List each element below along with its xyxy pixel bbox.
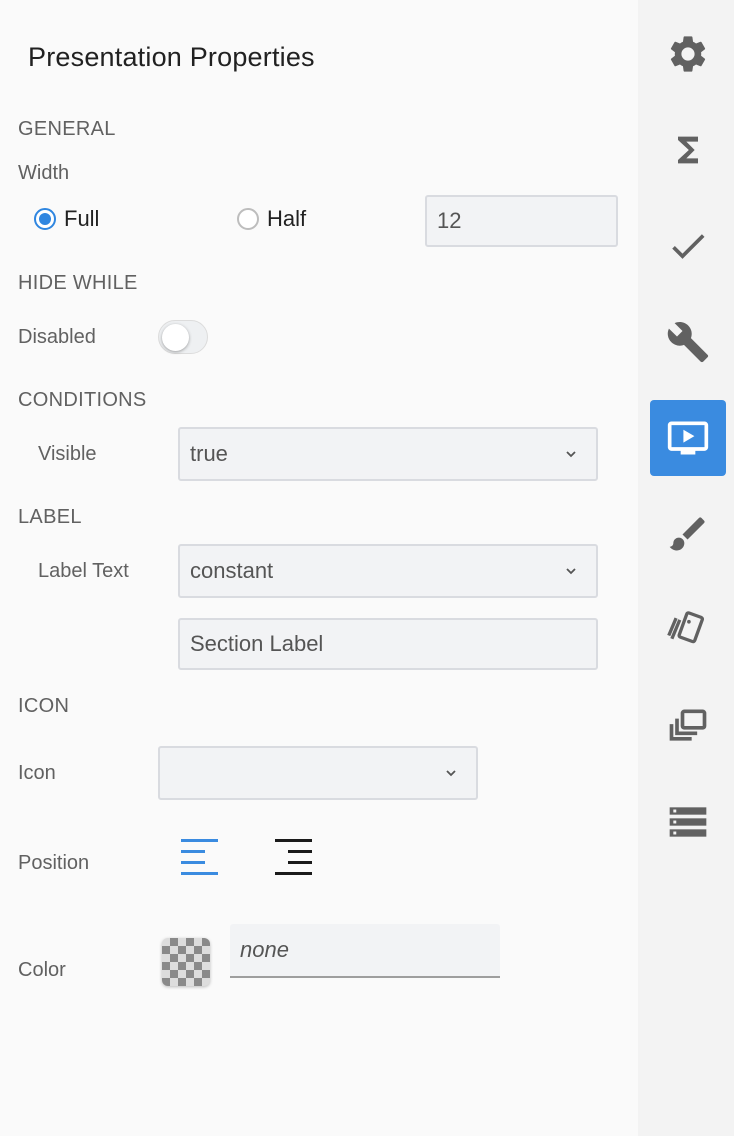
section-icon-heading: ICON [18, 695, 70, 717]
rail-layers-button[interactable] [650, 688, 726, 764]
align-right-icon [275, 839, 312, 875]
align-left-icon [181, 839, 218, 875]
chevron-down-icon [566, 451, 576, 458]
gear-icon [670, 36, 706, 72]
rail-presentation-button[interactable] [650, 400, 726, 476]
rail-tools-button[interactable] [650, 304, 726, 380]
layers-icon [669, 709, 707, 741]
color-swatch[interactable] [162, 938, 210, 986]
section-conditions-heading: CONDITIONS [18, 389, 147, 411]
rail-style-button[interactable] [650, 496, 726, 572]
icon-label: Icon [18, 762, 56, 784]
chevron-down-icon [566, 568, 576, 575]
toggle-knob [162, 324, 189, 351]
label-text-input[interactable] [190, 631, 596, 657]
disabled-toggle[interactable] [158, 320, 208, 354]
color-input[interactable] [240, 937, 500, 963]
sigma-icon [678, 136, 698, 164]
rail-settings-button[interactable] [650, 16, 726, 92]
radio-indicator [237, 208, 259, 230]
rows-icon [669, 807, 707, 837]
rail-calculation-button[interactable] [650, 112, 726, 188]
visible-select[interactable]: true [178, 427, 598, 481]
position-label: Position [18, 852, 90, 874]
label-text-field[interactable] [178, 618, 598, 670]
rail-validation-button[interactable] [650, 208, 726, 284]
brush-icon [669, 517, 705, 551]
icon-select[interactable] [158, 746, 478, 800]
check-icon [672, 234, 705, 259]
width-full-label: Full [64, 206, 100, 231]
label-text-mode-select[interactable]: constant [178, 544, 598, 598]
presentation-icon [667, 421, 709, 455]
panel-title: Presentation Properties [28, 42, 315, 72]
rail-cards-button[interactable] [650, 592, 726, 668]
cards-icon [667, 611, 705, 644]
label-text-label: Label Text [38, 560, 129, 582]
wrench-icon [667, 322, 709, 363]
width-label: Width [18, 162, 70, 184]
visible-label: Visible [38, 443, 97, 465]
width-full-radio[interactable]: Full [34, 206, 99, 232]
color-field[interactable] [230, 924, 500, 978]
align-right-button[interactable] [275, 838, 313, 876]
chevron-down-icon [446, 770, 456, 777]
width-half-label: Half [267, 206, 307, 231]
rail-rows-button[interactable] [650, 784, 726, 860]
label-text-mode-value: constant [190, 558, 274, 583]
align-left-button[interactable] [181, 838, 219, 876]
properties-panel: Presentation Properties GENERAL Width Fu… [0, 0, 638, 1136]
radio-indicator [34, 208, 56, 230]
section-label-heading: LABEL [18, 506, 82, 528]
columns-field[interactable] [425, 195, 618, 247]
right-rail [638, 0, 734, 1136]
section-general-heading: GENERAL [18, 118, 116, 140]
visible-select-value: true [190, 441, 228, 466]
section-hide-while-heading: HIDE WHILE [18, 272, 138, 294]
width-half-radio[interactable]: Half [237, 206, 306, 232]
color-label: Color [18, 959, 66, 981]
columns-input[interactable] [437, 208, 616, 234]
disabled-label: Disabled [18, 326, 96, 348]
